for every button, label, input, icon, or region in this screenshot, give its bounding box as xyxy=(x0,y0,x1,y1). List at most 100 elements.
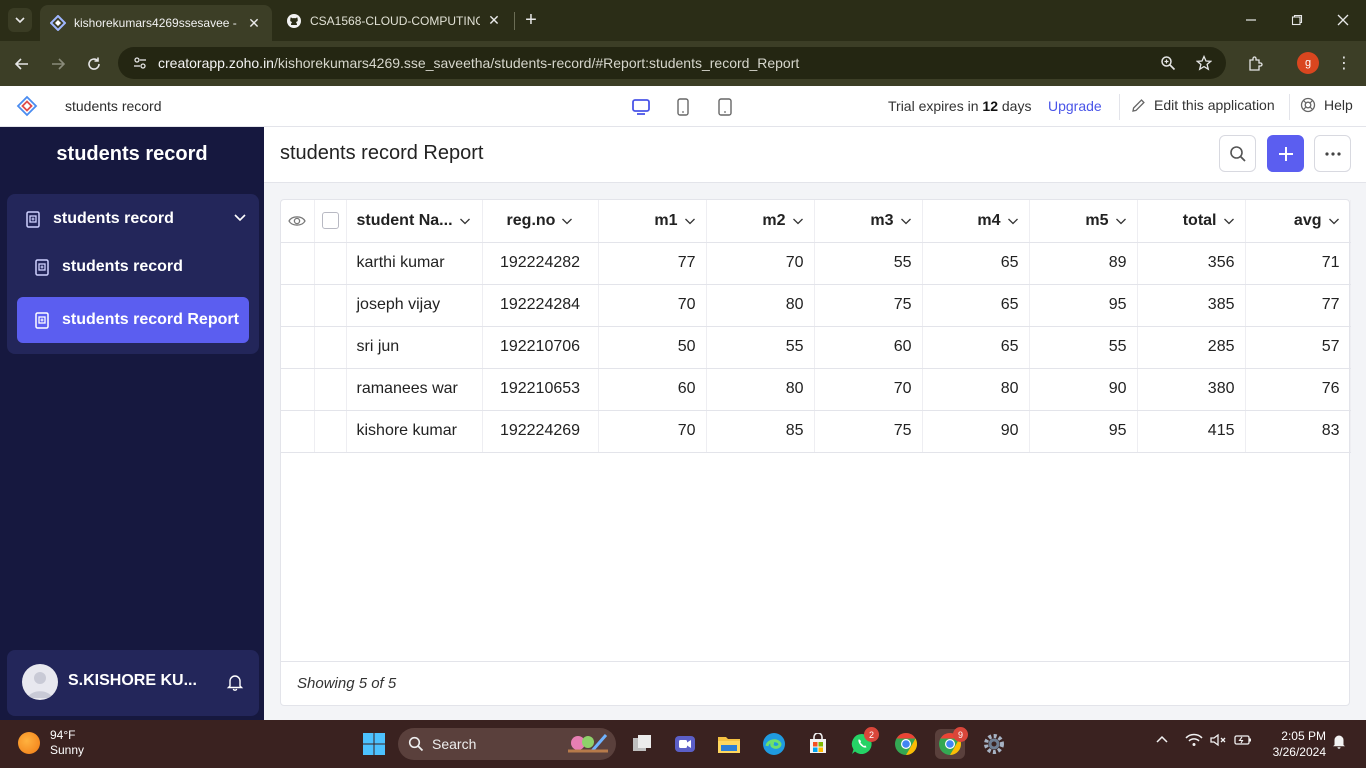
column-header-m3[interactable]: m3 xyxy=(814,200,923,243)
add-record-button[interactable] xyxy=(1267,135,1304,172)
table-row[interactable]: ramanees war 192210653 60 80 70 80 90 38… xyxy=(281,368,1351,411)
bookmark-star-icon[interactable] xyxy=(1192,51,1216,75)
sidebar-item-students-record-report[interactable]: students record Report xyxy=(17,297,249,343)
search-button[interactable] xyxy=(1219,135,1256,172)
chevron-down-icon[interactable] xyxy=(1328,215,1340,227)
sidebar-section-header[interactable]: students record xyxy=(25,206,247,232)
mobile-view-icon[interactable] xyxy=(714,96,736,118)
eye-icon[interactable] xyxy=(288,214,306,228)
cell-student-name: karthi kumar xyxy=(346,242,483,285)
taskbar-search[interactable]: Search xyxy=(398,728,616,760)
window-close-icon[interactable] xyxy=(1328,8,1358,32)
battery-icon[interactable] xyxy=(1234,733,1252,750)
tablet-view-icon[interactable] xyxy=(672,96,694,118)
table-row[interactable]: sri jun 192210706 50 55 60 65 55 285 57 xyxy=(281,326,1351,369)
chrome-icon[interactable] xyxy=(891,729,921,759)
close-icon[interactable]: ✕ xyxy=(486,12,502,29)
row-spacer-cell xyxy=(281,368,315,411)
more-options-button[interactable] xyxy=(1314,135,1351,172)
wifi-icon[interactable] xyxy=(1185,733,1203,750)
sidebar: students record students record students… xyxy=(0,127,264,720)
chevron-down-icon[interactable] xyxy=(1007,215,1019,227)
reload-icon[interactable] xyxy=(81,51,107,77)
column-header-total[interactable]: total xyxy=(1137,200,1246,243)
edge-browser-icon[interactable] xyxy=(759,729,789,759)
chevron-down-icon[interactable] xyxy=(233,210,247,229)
column-header-label: avg xyxy=(1293,211,1322,229)
column-header-m4[interactable]: m4 xyxy=(922,200,1030,243)
weather-widget[interactable]: 94°F Sunny xyxy=(18,728,84,758)
profile-avatar[interactable]: g xyxy=(1297,52,1319,74)
zoom-icon[interactable] xyxy=(1156,51,1180,75)
row-select-cell[interactable] xyxy=(314,410,347,453)
column-visibility-cell[interactable] xyxy=(281,200,315,243)
row-select-cell[interactable] xyxy=(314,368,347,411)
row-select-cell[interactable] xyxy=(314,242,347,285)
cell-m5: 89 xyxy=(1029,242,1138,285)
bell-icon[interactable] xyxy=(225,672,245,692)
task-view-icon[interactable] xyxy=(627,729,657,759)
file-explorer-icon[interactable] xyxy=(714,729,744,759)
cell-m3: 70 xyxy=(814,368,923,411)
table-row[interactable]: karthi kumar 192224282 77 70 55 65 89 35… xyxy=(281,242,1351,285)
sidebar-item-students-record[interactable]: students record xyxy=(17,244,249,290)
chevron-down-icon[interactable] xyxy=(792,215,804,227)
column-header-m5[interactable]: m5 xyxy=(1029,200,1138,243)
volume-muted-icon[interactable] xyxy=(1210,733,1228,750)
system-clock[interactable]: 2:05 PM 3/26/2024 xyxy=(1262,728,1326,760)
address-bar[interactable]: creatorapp.zoho.in/kishorekumars4269.sse… xyxy=(118,47,1226,79)
microsoft-store-icon[interactable] xyxy=(803,729,833,759)
column-header-avg[interactable]: avg xyxy=(1245,200,1351,243)
column-header-student-name[interactable]: student Na... xyxy=(346,200,483,243)
zoho-creator-logo-icon[interactable] xyxy=(16,95,38,117)
chevron-down-icon[interactable] xyxy=(459,215,471,227)
chevron-down-icon[interactable] xyxy=(684,215,696,227)
select-all-checkbox[interactable] xyxy=(321,212,339,230)
tray-chevron-up-icon[interactable] xyxy=(1155,733,1169,750)
table-row[interactable]: kishore kumar 192224269 70 85 75 90 95 4… xyxy=(281,410,1351,453)
restore-icon[interactable] xyxy=(1282,8,1312,32)
row-select-cell[interactable] xyxy=(314,326,347,369)
tab-search-button[interactable] xyxy=(8,8,32,32)
meet-video-icon[interactable] xyxy=(670,729,700,759)
edit-application-button[interactable]: Edit this application xyxy=(1131,97,1275,113)
row-select-cell[interactable] xyxy=(314,284,347,327)
browser-menu-icon[interactable]: ⋮ xyxy=(1332,51,1356,75)
column-header-reg-no[interactable]: reg.no xyxy=(482,200,599,243)
url-host: creatorapp.zoho.in xyxy=(158,55,274,71)
user-name: S.KISHORE KU... xyxy=(68,672,197,689)
minimize-icon[interactable] xyxy=(1236,8,1266,32)
avatar[interactable] xyxy=(22,664,58,700)
desktop-view-icon[interactable] xyxy=(630,96,652,118)
trial-prefix: Trial expires in xyxy=(888,98,979,114)
cell-m3: 60 xyxy=(814,326,923,369)
extensions-puzzle-icon[interactable] xyxy=(1242,51,1268,77)
cell-student-name: kishore kumar xyxy=(346,410,483,453)
column-header-m1[interactable]: m1 xyxy=(598,200,707,243)
chevron-down-icon[interactable] xyxy=(1223,215,1235,227)
chevron-down-icon[interactable] xyxy=(900,215,912,227)
tab-zoho[interactable]: kishorekumars4269ssesavee - s ✕ xyxy=(40,5,272,41)
upgrade-link[interactable]: Upgrade xyxy=(1048,98,1102,114)
chevron-down-icon[interactable] xyxy=(1115,215,1127,227)
site-info-icon[interactable] xyxy=(128,51,152,75)
user-panel[interactable]: S.KISHORE KU... xyxy=(7,650,259,716)
forward-arrow-icon[interactable] xyxy=(45,51,71,77)
select-all-cell[interactable] xyxy=(314,200,347,243)
page-title: students record Report xyxy=(280,142,484,164)
new-tab-button[interactable]: + xyxy=(520,9,542,31)
back-arrow-icon[interactable] xyxy=(9,51,35,77)
chevron-down-icon[interactable] xyxy=(561,215,573,227)
help-button[interactable]: Help xyxy=(1300,97,1353,113)
report-table-card: student Na... reg.no m1 m2 m3 m4 m5 tota… xyxy=(280,199,1351,706)
notification-bell-icon[interactable] xyxy=(1332,733,1346,752)
tab-title: kishorekumars4269ssesavee - s xyxy=(74,16,240,30)
windows-start-icon[interactable] xyxy=(359,729,389,759)
column-header-m2[interactable]: m2 xyxy=(706,200,815,243)
report-icon xyxy=(34,311,50,329)
tab-github[interactable]: CSA1568-CLOUD-COMPUTING ✕ xyxy=(276,5,512,36)
settings-gear-icon[interactable] xyxy=(979,729,1009,759)
close-icon[interactable]: ✕ xyxy=(246,15,262,31)
table-row[interactable]: joseph vijay 192224284 70 80 75 65 95 38… xyxy=(281,284,1351,327)
trial-notice: Trial expires in 12 days xyxy=(888,98,1031,114)
